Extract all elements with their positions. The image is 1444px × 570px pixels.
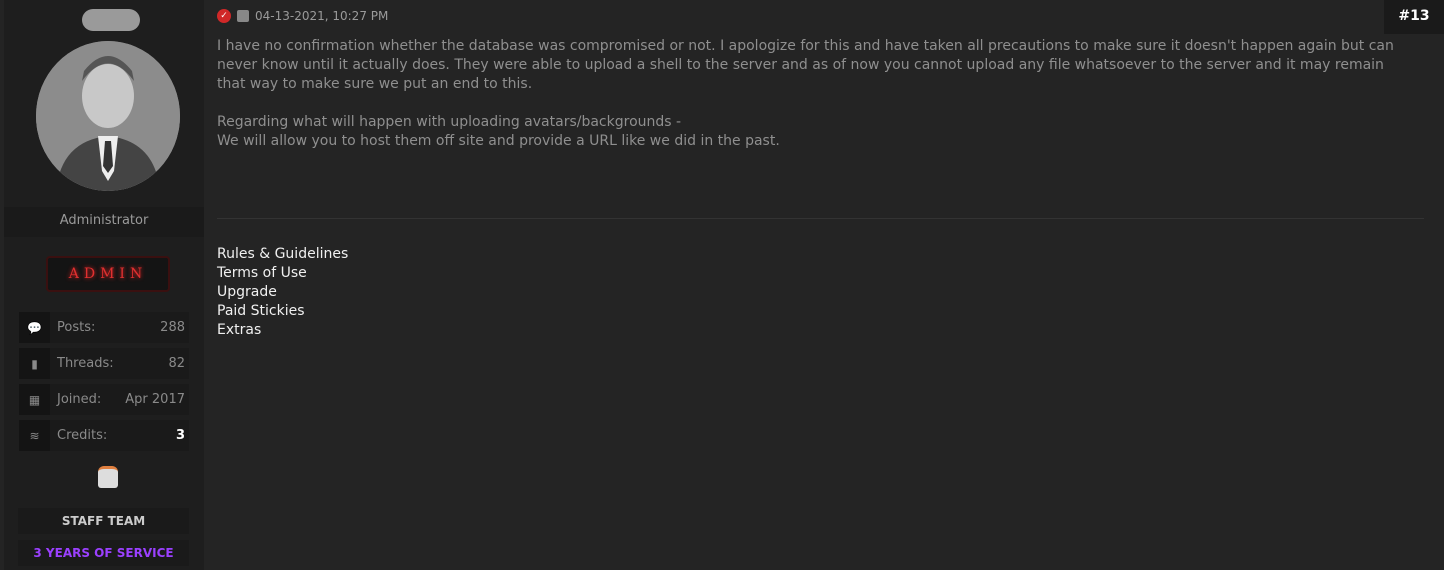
stat-value: Apr 2017 [125,392,185,407]
stat-label: Credits: [57,428,108,443]
user-sidebar: Administrator ADMIN 💬 Posts: 288 ▮ Threads:… [4,0,204,570]
years-of-service-badge: 3 YEARS OF SERVICE [18,540,189,566]
book-icon: ▮ [19,348,50,379]
stat-credits: ≋ Credits: 3 [19,420,189,451]
post-date: 04-13-2021, 10:27 PM [255,9,389,23]
stat-value: 82 [168,356,185,371]
stat-value: 3 [175,428,185,443]
link-rules-guidelines[interactable]: Rules & Guidelines [217,245,348,264]
stat-joined: ▦ Joined: Apr 2017 [19,384,189,415]
stat-label: Posts: [57,320,96,335]
link-upgrade[interactable]: Upgrade [217,283,348,302]
stat-posts: 💬 Posts: 288 [19,312,189,343]
check-circle-icon: ✓ [217,9,231,23]
stat-label: Threads: [57,356,114,371]
comments-icon: 💬 [19,312,50,343]
username-redacted[interactable] [82,9,140,31]
signature-divider [217,218,1424,219]
post-number-link[interactable]: #13 [1384,0,1444,34]
link-paid-stickies[interactable]: Paid Stickies [217,302,348,321]
stat-value: 288 [160,320,185,335]
stat-label: Joined: [57,392,102,407]
coins-icon: ≋ [19,420,50,451]
calendar-icon [237,10,249,22]
user-role: Administrator [4,207,204,237]
group-staff-team: STAFF TEAM [18,508,189,534]
post-body: I have no confirmation whether the datab… [217,37,1407,170]
avatar[interactable] [36,41,180,191]
admin-badge: ADMIN [46,256,170,292]
calendar-icon: ▦ [19,384,50,415]
link-extras[interactable]: Extras [217,321,348,340]
stat-threads: ▮ Threads: 82 [19,348,189,379]
link-terms-of-use[interactable]: Terms of Use [217,264,348,283]
post-paragraph: I have no confirmation whether the datab… [217,38,1394,92]
rank-knight-icon [98,466,118,488]
post-paragraph: Regarding what will happen with uploadin… [217,114,780,149]
signature: Rules & Guidelines Terms of Use Upgrade … [217,245,348,340]
post-meta: ✓ 04-13-2021, 10:27 PM [217,9,388,23]
